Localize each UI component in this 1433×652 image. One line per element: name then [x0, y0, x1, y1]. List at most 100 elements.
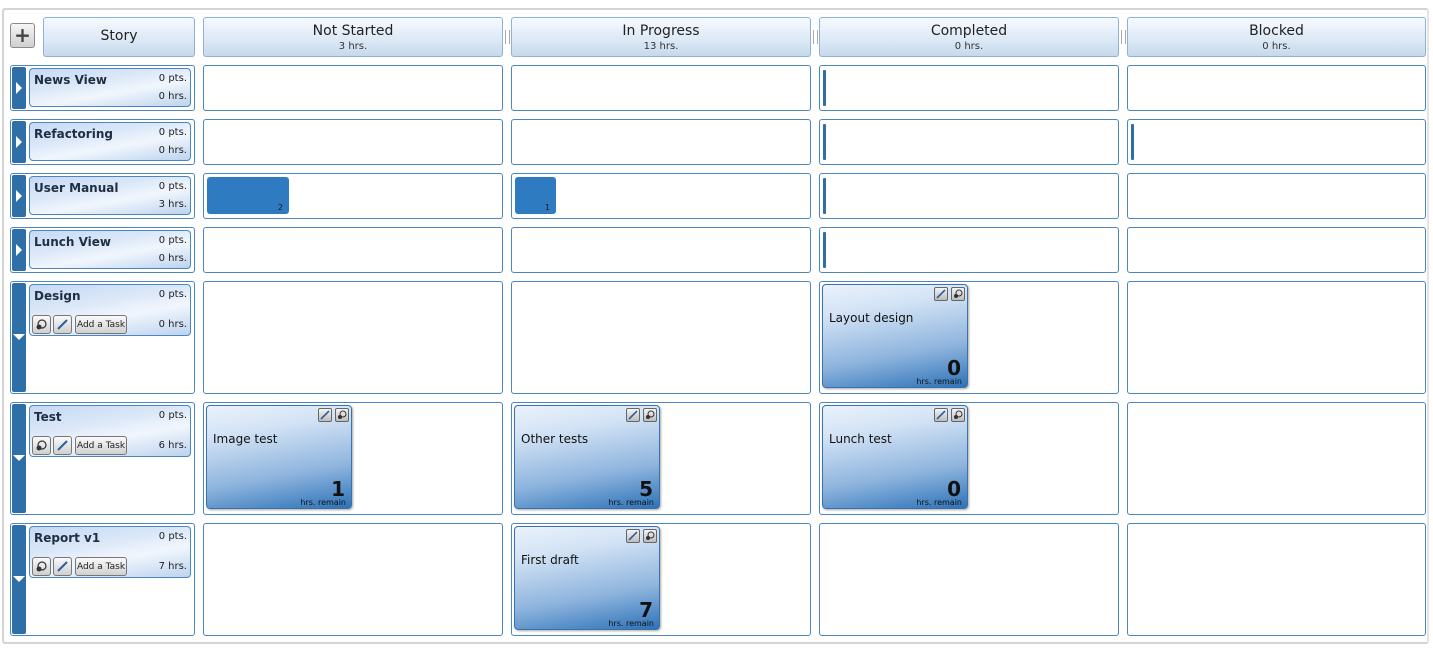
collapsed-task-group[interactable]: 1: [515, 177, 556, 214]
expand-story-toggle[interactable]: [12, 229, 26, 271]
pencil-icon: [936, 410, 946, 420]
story-name: News View: [34, 73, 108, 87]
collapsed-task-group[interactable]: 2: [207, 177, 289, 214]
task-card[interactable]: Layout design 0 hrs. remain: [822, 284, 968, 388]
story-card[interactable]: Test 0 pts. 6 hrs. Add a Task: [29, 405, 191, 457]
cell-completed[interactable]: [819, 65, 1119, 111]
story-color-button[interactable]: [32, 315, 51, 334]
cell-not-started[interactable]: [203, 119, 503, 165]
task-card[interactable]: Other tests 5 hrs. remain: [514, 405, 660, 509]
expand-story-toggle[interactable]: [12, 175, 26, 217]
cell-completed[interactable]: [819, 523, 1119, 636]
collapse-arrow-icon: [13, 455, 25, 461]
task-card[interactable]: Lunch test 0 hrs. remain: [822, 405, 968, 509]
edit-task-button[interactable]: [934, 408, 948, 422]
story-color-button[interactable]: [32, 436, 51, 455]
column-header-blocked: Blocked 0 hrs.: [1127, 17, 1426, 57]
cell-blocked[interactable]: [1127, 227, 1426, 273]
task-color-button[interactable]: [335, 408, 349, 422]
cell-in-progress[interactable]: [511, 119, 811, 165]
story-points: 0 pts.: [158, 181, 187, 192]
cell-blocked[interactable]: [1127, 119, 1426, 165]
column-title: In Progress: [622, 23, 700, 39]
cell-blocked[interactable]: [1127, 281, 1426, 394]
story-card[interactable]: News View 0 pts. 0 hrs.: [29, 68, 191, 107]
cell-in-progress[interactable]: [511, 173, 811, 219]
cell-not-started[interactable]: [203, 523, 503, 636]
cell-blocked[interactable]: [1127, 402, 1426, 515]
story-points: 0 pts.: [158, 127, 187, 138]
collapse-story-toggle[interactable]: [12, 283, 26, 392]
cell-completed[interactable]: [819, 227, 1119, 273]
story-card[interactable]: Report v1 0 pts. 7 hrs. Add a Task: [29, 526, 191, 578]
story-color-button[interactable]: [32, 557, 51, 576]
cell-not-started[interactable]: [203, 65, 503, 111]
add-task-button[interactable]: Add a Task: [75, 315, 127, 334]
cell-in-progress[interactable]: [511, 65, 811, 111]
task-color-button[interactable]: [643, 529, 657, 543]
story-hours: 0 hrs.: [158, 91, 187, 102]
add-task-button[interactable]: Add a Task: [75, 436, 127, 455]
cell-not-started[interactable]: [203, 281, 503, 394]
story-name: Test: [34, 410, 62, 424]
story-hours: 0 hrs.: [158, 319, 187, 330]
story-card[interactable]: Lunch View 0 pts. 0 hrs.: [29, 230, 191, 269]
pencil-icon: [57, 561, 68, 572]
edit-task-button[interactable]: [318, 408, 332, 422]
story-name: Report v1: [34, 531, 101, 545]
pencil-icon: [57, 319, 68, 330]
expand-story-toggle[interactable]: [12, 67, 26, 109]
cell-in-progress[interactable]: [511, 227, 811, 273]
story-points: 0 pts.: [158, 73, 187, 84]
story-points: 0 pts.: [158, 531, 187, 542]
task-color-button[interactable]: [951, 287, 965, 301]
collapsed-task-marker: [823, 232, 826, 268]
plus-icon: +: [14, 23, 31, 47]
column-hours: 3 hrs.: [338, 41, 368, 52]
collapse-story-toggle[interactable]: [12, 404, 26, 513]
task-hours-label: hrs. remain: [300, 498, 346, 507]
edit-story-button[interactable]: [53, 557, 72, 576]
edit-task-button[interactable]: [626, 408, 640, 422]
cell-completed[interactable]: [819, 119, 1119, 165]
cell-blocked[interactable]: [1127, 173, 1426, 219]
pencil-icon: [628, 531, 638, 541]
add-story-button[interactable]: +: [10, 23, 35, 48]
collapse-story-toggle[interactable]: [12, 525, 26, 634]
paint-icon: [36, 440, 47, 451]
column-header-in-progress: In Progress 13 hrs.: [511, 17, 811, 57]
cell-completed[interactable]: [819, 173, 1119, 219]
story-card[interactable]: Refactoring 0 pts. 0 hrs.: [29, 122, 191, 161]
edit-story-button[interactable]: [53, 315, 72, 334]
cell-in-progress[interactable]: [511, 281, 811, 394]
task-color-button[interactable]: [643, 408, 657, 422]
column-resize-handle[interactable]: [1121, 30, 1126, 44]
cell-not-started[interactable]: [203, 227, 503, 273]
collapsed-task-marker: [823, 124, 826, 160]
story-card[interactable]: Design 0 pts. 0 hrs. Add a Task: [29, 284, 191, 336]
cell-blocked[interactable]: [1127, 65, 1426, 111]
task-name: Image test: [213, 432, 278, 446]
collapsed-task-marker: [823, 70, 826, 106]
story-hours: 7 hrs.: [158, 561, 187, 572]
column-resize-handle[interactable]: [505, 30, 510, 44]
story-hours: 0 hrs.: [158, 253, 187, 264]
task-card[interactable]: First draft 7 hrs. remain: [514, 526, 660, 630]
edit-task-button[interactable]: [934, 287, 948, 301]
task-name: Other tests: [521, 432, 589, 446]
cell-blocked[interactable]: [1127, 523, 1426, 636]
edit-story-button[interactable]: [53, 436, 72, 455]
paint-icon: [954, 289, 963, 298]
add-task-button[interactable]: Add a Task: [75, 557, 127, 576]
story-points: 0 pts.: [158, 289, 187, 300]
story-card[interactable]: User Manual 0 pts. 3 hrs.: [29, 176, 191, 215]
pencil-icon: [320, 410, 330, 420]
pencil-icon: [936, 289, 946, 299]
expand-story-toggle[interactable]: [12, 121, 26, 163]
edit-task-button[interactable]: [626, 529, 640, 543]
pencil-icon: [628, 410, 638, 420]
task-card[interactable]: Image test 1 hrs. remain: [206, 405, 352, 509]
task-color-button[interactable]: [951, 408, 965, 422]
expand-arrow-icon: [16, 244, 22, 256]
column-resize-handle[interactable]: [813, 30, 818, 44]
